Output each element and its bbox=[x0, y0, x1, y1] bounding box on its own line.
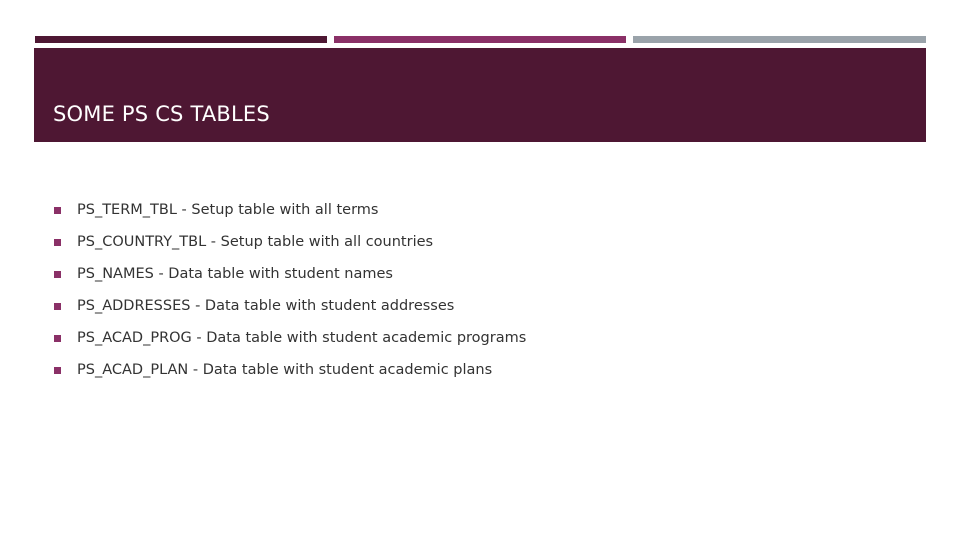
list-item-text: PS_ACAD_PLAN - Data table with student a… bbox=[77, 362, 493, 378]
square-bullet-icon bbox=[54, 206, 61, 214]
list-item-text: PS_ACAD_PROG - Data table with student a… bbox=[77, 330, 527, 346]
list-item-text: PS_TERM_TBL - Setup table with all terms bbox=[77, 202, 379, 218]
list-item-text: PS_COUNTRY_TBL - Setup table with all co… bbox=[77, 234, 434, 250]
square-bullet-icon bbox=[54, 270, 61, 278]
list-item: PS_ADDRESSES - Data table with student a… bbox=[54, 290, 526, 322]
list-item: PS_ACAD_PROG - Data table with student a… bbox=[54, 322, 526, 354]
accent-bar-magenta bbox=[334, 36, 626, 43]
list-item: PS_NAMES - Data table with student names bbox=[54, 258, 526, 290]
square-bullet-icon bbox=[54, 238, 61, 246]
bullet-list: PS_TERM_TBL - Setup table with all terms… bbox=[54, 194, 526, 386]
square-bullet-icon bbox=[54, 334, 61, 342]
accent-bar-gray bbox=[633, 36, 926, 43]
list-item: PS_ACAD_PLAN - Data table with student a… bbox=[54, 354, 526, 386]
square-bullet-icon bbox=[54, 302, 61, 310]
list-item: PS_COUNTRY_TBL - Setup table with all co… bbox=[54, 226, 526, 258]
list-item-text: PS_NAMES - Data table with student names bbox=[77, 266, 393, 282]
title-banner: SOME PS CS TABLES bbox=[34, 48, 926, 142]
list-item: PS_TERM_TBL - Setup table with all terms bbox=[54, 194, 526, 226]
square-bullet-icon bbox=[54, 366, 61, 374]
list-item-text: PS_ADDRESSES - Data table with student a… bbox=[77, 298, 455, 314]
accent-bar-dark bbox=[35, 36, 327, 43]
slide-title: SOME PS CS TABLES bbox=[53, 102, 270, 126]
